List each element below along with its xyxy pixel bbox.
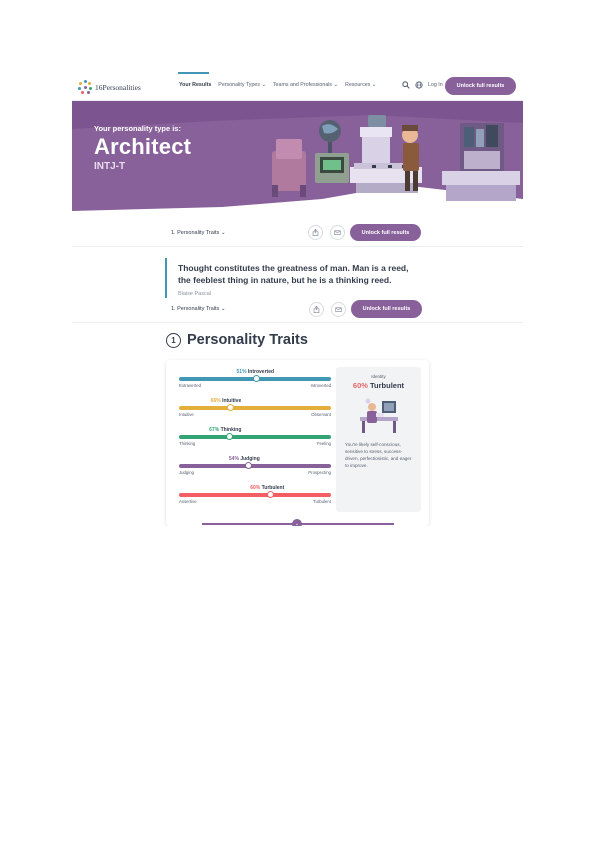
logo-text: 16Personalities	[95, 82, 141, 92]
type-code: INTJ-T	[94, 161, 126, 172]
trait-name: Turbulent	[261, 485, 285, 491]
top-nav: 16Personalities Your Results Personality…	[72, 72, 523, 101]
trait-row[interactable]: 54% Judging Judging Prospecting	[179, 456, 331, 480]
nav-personality-types[interactable]: Personality Types ⌄	[218, 82, 266, 88]
section-title: Personality Traits	[187, 332, 308, 348]
section-heading: 1 Personality Traits	[166, 332, 308, 348]
trait-bar	[179, 493, 331, 497]
trait-name: Introverted	[247, 369, 275, 375]
trait-marker	[253, 375, 261, 382]
share-icon[interactable]	[309, 302, 324, 317]
trait-left-pole: Intuitive	[179, 412, 194, 417]
trait-detail-value: 60% Turbulent	[336, 381, 421, 390]
results-page-traits: 1. Personality Traits ⌄ Unlock full resu…	[72, 298, 523, 526]
trait-left-pole: Thinking	[179, 441, 196, 446]
trait-score: 54% Judging	[229, 456, 260, 462]
trait-detail-label: Identity	[371, 374, 386, 379]
quote-accent	[165, 258, 167, 298]
search-icon[interactable]	[402, 81, 410, 89]
results-page-top: 16Personalities Your Results Personality…	[72, 72, 523, 298]
trait-name: Intuitive	[222, 398, 242, 404]
nav-resources[interactable]: Resources ⌄	[345, 82, 376, 88]
turbulent-illustration	[360, 398, 398, 433]
quote-author: Blaise Pascal	[178, 291, 212, 297]
unlock-results-button-sticky[interactable]: Unlock full results	[351, 300, 422, 318]
trait-detail-pct: 60%	[352, 381, 368, 390]
trait-right-pole: Observant	[311, 412, 331, 417]
trait-detail-name: Turbulent	[370, 381, 405, 390]
section-subnav-sticky: 1. Personality Traits ⌄ Unlock full resu…	[72, 298, 523, 323]
trait-right-pole: Feeling	[316, 441, 331, 446]
trait-right-pole: Turbulent	[313, 499, 331, 504]
hero-subtitle: Your personality type is:	[94, 124, 181, 133]
trait-percent: 51%	[236, 369, 247, 375]
trait-marker	[266, 491, 274, 498]
hero-banner: Your personality type is: Architect INTJ…	[72, 101, 523, 216]
login-link[interactable]: Log In	[428, 82, 443, 88]
section-number: 1	[166, 332, 181, 348]
trait-score: 66% Intuitive	[211, 398, 242, 404]
trait-left-pole: Extraverted	[179, 383, 201, 388]
logo[interactable]: 16Personalities	[78, 80, 141, 94]
trait-name: Judging	[240, 456, 260, 462]
email-icon[interactable]	[331, 302, 346, 317]
nav-your-results[interactable]: Your Results	[179, 82, 211, 88]
share-icon[interactable]	[308, 225, 323, 240]
trait-right-pole: Prospecting	[308, 470, 331, 475]
nav-teams[interactable]: Teams and Professionals ⌄	[273, 82, 338, 88]
expand-icon[interactable]: ⌄	[292, 519, 302, 526]
email-icon[interactable]	[330, 225, 345, 240]
section-dropdown[interactable]: 1. Personality Traits ⌄	[171, 306, 225, 312]
section-subnav: 1. Personality Traits ⌄ Unlock full resu…	[72, 219, 523, 247]
trait-bar	[179, 435, 331, 439]
nav-icons: Log In	[402, 81, 443, 89]
section-dropdown[interactable]: 1. Personality Traits ⌄	[171, 230, 225, 236]
trait-percent: 60%	[250, 485, 261, 491]
hero-title: Architect	[94, 134, 192, 159]
trait-bar	[179, 464, 331, 468]
trait-percent: 67%	[209, 427, 220, 433]
quote-text: Thought constitutes the greatness of man…	[178, 263, 409, 285]
unlock-results-button-secondary[interactable]: Unlock full results	[350, 224, 421, 241]
globe-icon[interactable]	[415, 81, 423, 89]
trait-row[interactable]: 60% Turbulent Assertive Turbulent	[179, 485, 331, 509]
traits-card: 51% Introverted Extraverted Introverted 66%…	[166, 360, 429, 526]
trait-detail-description: You're likely self-conscious, sensitive …	[345, 442, 412, 468]
logo-icon	[78, 80, 92, 94]
trait-percent: 66%	[210, 398, 221, 404]
nav-links: Your Results Personality Types ⌄ Teams a…	[179, 82, 376, 88]
trait-score: 60% Turbulent	[250, 485, 284, 491]
trait-row[interactable]: 66% Intuitive Intuitive Observant	[179, 398, 331, 422]
trait-score: 67% Thinking	[209, 427, 241, 433]
unlock-results-button[interactable]: Unlock full results	[445, 77, 516, 95]
nav-active-indicator	[178, 72, 209, 74]
trait-left-pole: Assertive	[179, 499, 197, 504]
trait-name: Thinking	[220, 427, 242, 433]
trait-right-pole: Introverted	[310, 383, 331, 388]
trait-left-pole: Judging	[179, 470, 195, 475]
trait-row[interactable]: 67% Thinking Thinking Feeling	[179, 427, 331, 451]
trait-bar	[179, 406, 331, 410]
trait-row[interactable]: 51% Introverted Extraverted Introverted	[179, 369, 331, 393]
trait-detail-panel: Identity 60% Turbulent You're likely sel…	[336, 367, 421, 512]
trait-marker	[225, 433, 233, 440]
trait-percent: 54%	[228, 456, 239, 462]
